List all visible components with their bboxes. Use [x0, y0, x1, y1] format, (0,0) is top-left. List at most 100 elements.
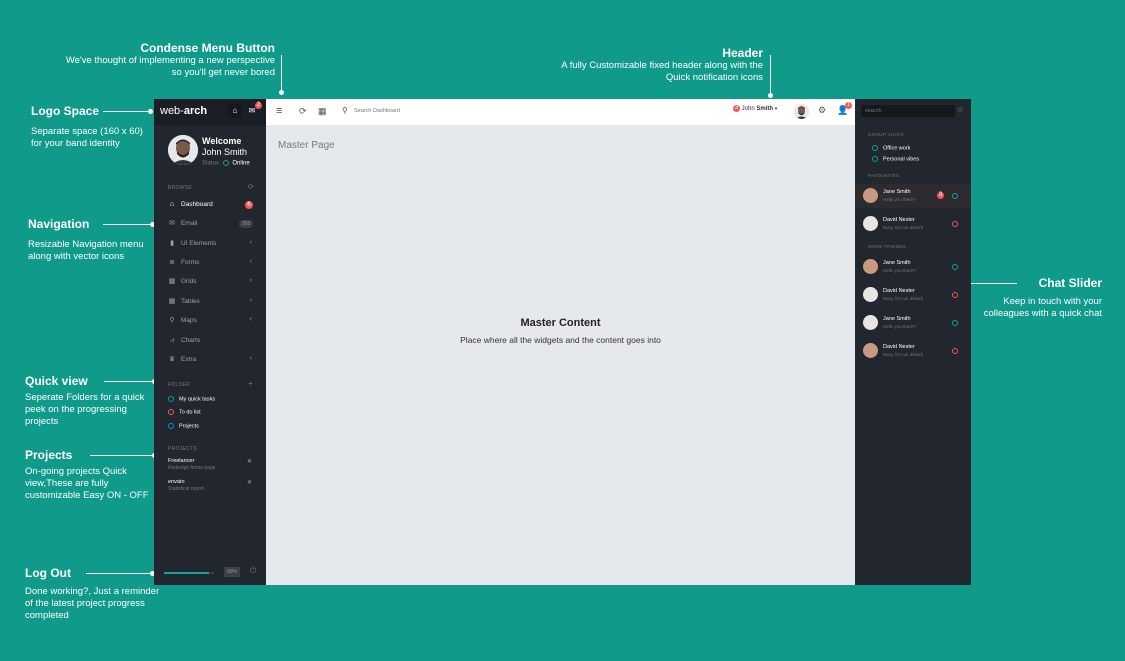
contact-message: Busy, Do not disturb: [883, 296, 924, 301]
main-content: Master Page Master Content Place where a…: [266, 125, 855, 585]
close-icon[interactable]: ✕: [247, 458, 252, 465]
nav-item-label: Forms: [181, 259, 200, 266]
group-chat-label: Personal vibes: [883, 156, 920, 163]
pointer-line: [103, 111, 149, 112]
annotation-desc: for your band identity: [31, 138, 120, 149]
pointer-dot: [148, 109, 153, 114]
mail-icon: ✉: [169, 220, 175, 227]
chart-icon: ⩘: [170, 337, 174, 344]
nav-item-charts[interactable]: ⩘ Charts: [154, 332, 266, 351]
search-input[interactable]: [354, 108, 474, 114]
annotation-desc: A fully Customizable fixed header along …: [561, 60, 763, 71]
close-icon[interactable]: ✕: [247, 479, 252, 486]
chat-contact[interactable]: Jane Smith Hello you there?: [855, 311, 971, 335]
chat-contact[interactable]: David Nester Busy, Do not disturb: [855, 283, 971, 307]
progress-track: [164, 572, 214, 574]
contact-message: Hello you there?: [883, 324, 916, 329]
contact-message: Hello you there?: [883, 197, 916, 202]
nav-badge: 6: [245, 201, 253, 209]
busy-status-icon: [952, 221, 958, 227]
busy-status-icon: [952, 292, 958, 298]
project-item[interactable]: Freelancer Redesign home page ✕: [168, 458, 252, 471]
nav-item-grids[interactable]: ▦ Grids ‹: [154, 273, 266, 292]
header-avatar[interactable]: [794, 104, 809, 119]
header-annotation: Header A fully Customizable fixed header…: [520, 46, 763, 84]
nav-item-forms[interactable]: ≣ Forms ‹: [154, 254, 266, 273]
power-icon[interactable]: ⏻: [250, 566, 256, 576]
nav-item-label: Grids: [181, 278, 197, 285]
refresh-icon[interactable]: ⟳: [299, 106, 307, 117]
crown-icon: ♛: [168, 356, 176, 363]
annotation-desc: We've thought of implementing a new pers…: [65, 55, 275, 66]
group-circle-icon: [872, 145, 878, 151]
condense-annotation: Condense Menu Button We've thought of im…: [40, 41, 275, 79]
chat-contact[interactable]: Jane Smith Hello you there?: [855, 255, 971, 279]
avatar: [863, 287, 878, 302]
folder-circle-icon: [168, 409, 174, 415]
avatar[interactable]: [168, 135, 198, 165]
chat-search-input[interactable]: [861, 105, 955, 117]
user-first-name: John: [741, 106, 755, 113]
brand-logo[interactable]: web-arch: [160, 105, 207, 117]
contact-name: David Nester: [883, 288, 915, 294]
chat-contact[interactable]: David Nester Busy, Do not disturb: [855, 212, 971, 236]
welcome-text: Welcome: [202, 136, 242, 146]
users-icon[interactable]: 👤 1: [837, 102, 853, 116]
project-name: Freelancer: [168, 458, 195, 464]
annotation-desc: Resizable Navigation menu: [28, 239, 144, 250]
nav-item-maps[interactable]: ⚲ Maps ‹: [154, 312, 266, 331]
project-desc: Redesign home page: [168, 465, 216, 471]
favourites-heading: FAVOURITES: [868, 173, 900, 178]
chat-contact[interactable]: David Nester Busy, Do not disturb: [855, 339, 971, 363]
master-content-title: Master Content: [520, 317, 601, 329]
home-button[interactable]: ⌂: [228, 104, 242, 118]
pointer-line: [103, 224, 151, 225]
more-friends-heading: MORE FRIENDS: [868, 244, 907, 249]
pointer-line: [281, 55, 282, 92]
pointer-line: [90, 455, 152, 456]
group-chat-item[interactable]: Personal vibes: [872, 156, 919, 162]
folder-item[interactable]: My quick tasks: [168, 396, 215, 402]
folder-item[interactable]: Projects: [168, 423, 199, 429]
user-menu[interactable]: 3 John Smith ▾: [733, 105, 777, 119]
folder-item[interactable]: To do list: [168, 409, 201, 415]
nav-item-tables[interactable]: ▦ Tables ‹: [154, 293, 266, 312]
nav-item-extra[interactable]: ♛ Extra ‹: [154, 351, 266, 370]
annotation-desc: Seperate Folders for a quick: [25, 392, 145, 403]
refresh-icon[interactable]: ⟳: [248, 183, 254, 191]
group-chats-heading: GROUP CHATS: [868, 132, 904, 137]
annotation-desc: so you'll get never bored: [171, 67, 275, 78]
brand-text-bold: arch: [183, 105, 208, 117]
gear-icon[interactable]: ⚙: [818, 105, 826, 116]
project-item[interactable]: envato Statistical report ✕: [168, 479, 252, 492]
annotation-desc: colleagues with a quick chat: [983, 308, 1102, 319]
annotation-desc: along with vector icons: [28, 251, 125, 262]
chevron-down-icon: ▾: [774, 106, 778, 113]
chevron-left-icon: ‹: [249, 277, 252, 284]
sidebar: web-arch ⌂ ✉ 2 Welcome John Smith Status…: [154, 99, 266, 585]
folder-circle-icon: [168, 396, 174, 402]
nav-item-label: Charts: [181, 337, 201, 344]
search-icon: ⚲: [342, 106, 348, 115]
annotation-desc: On-going projects Quick: [25, 466, 127, 477]
pointer-line: [104, 381, 152, 382]
master-content-desc: Place where all the widgets and the cont…: [460, 335, 661, 345]
gear-icon[interactable]: ⚙: [957, 106, 963, 114]
annotation-desc: Quick notification icons: [665, 72, 763, 83]
user-last-name: Smith: [756, 106, 774, 113]
avatar: [863, 188, 878, 203]
nav-item-ui-elements[interactable]: ▮ UI Elements ‹: [154, 235, 266, 254]
nav-item-dashboard[interactable]: ⌂ Dashboard 6: [154, 196, 266, 215]
browse-heading: BROWSE: [168, 185, 193, 191]
mail-button[interactable]: ✉ 2: [245, 102, 262, 118]
contact-name: Jane Smith: [883, 260, 911, 266]
annotation-desc: peek on the progressing: [25, 404, 127, 415]
menu-icon[interactable]: ≡: [276, 105, 282, 117]
nav-item-email[interactable]: ✉ Email 263: [154, 215, 266, 234]
apps-icon[interactable]: ▦: [318, 106, 327, 117]
chat-contact[interactable]: Jane Smith Hello you there? 3: [855, 184, 971, 208]
group-chat-item[interactable]: Office work: [872, 145, 910, 151]
add-folder-button[interactable]: +: [248, 379, 253, 388]
online-status-icon: [952, 264, 958, 270]
contact-message: Hello you there?: [883, 268, 916, 273]
